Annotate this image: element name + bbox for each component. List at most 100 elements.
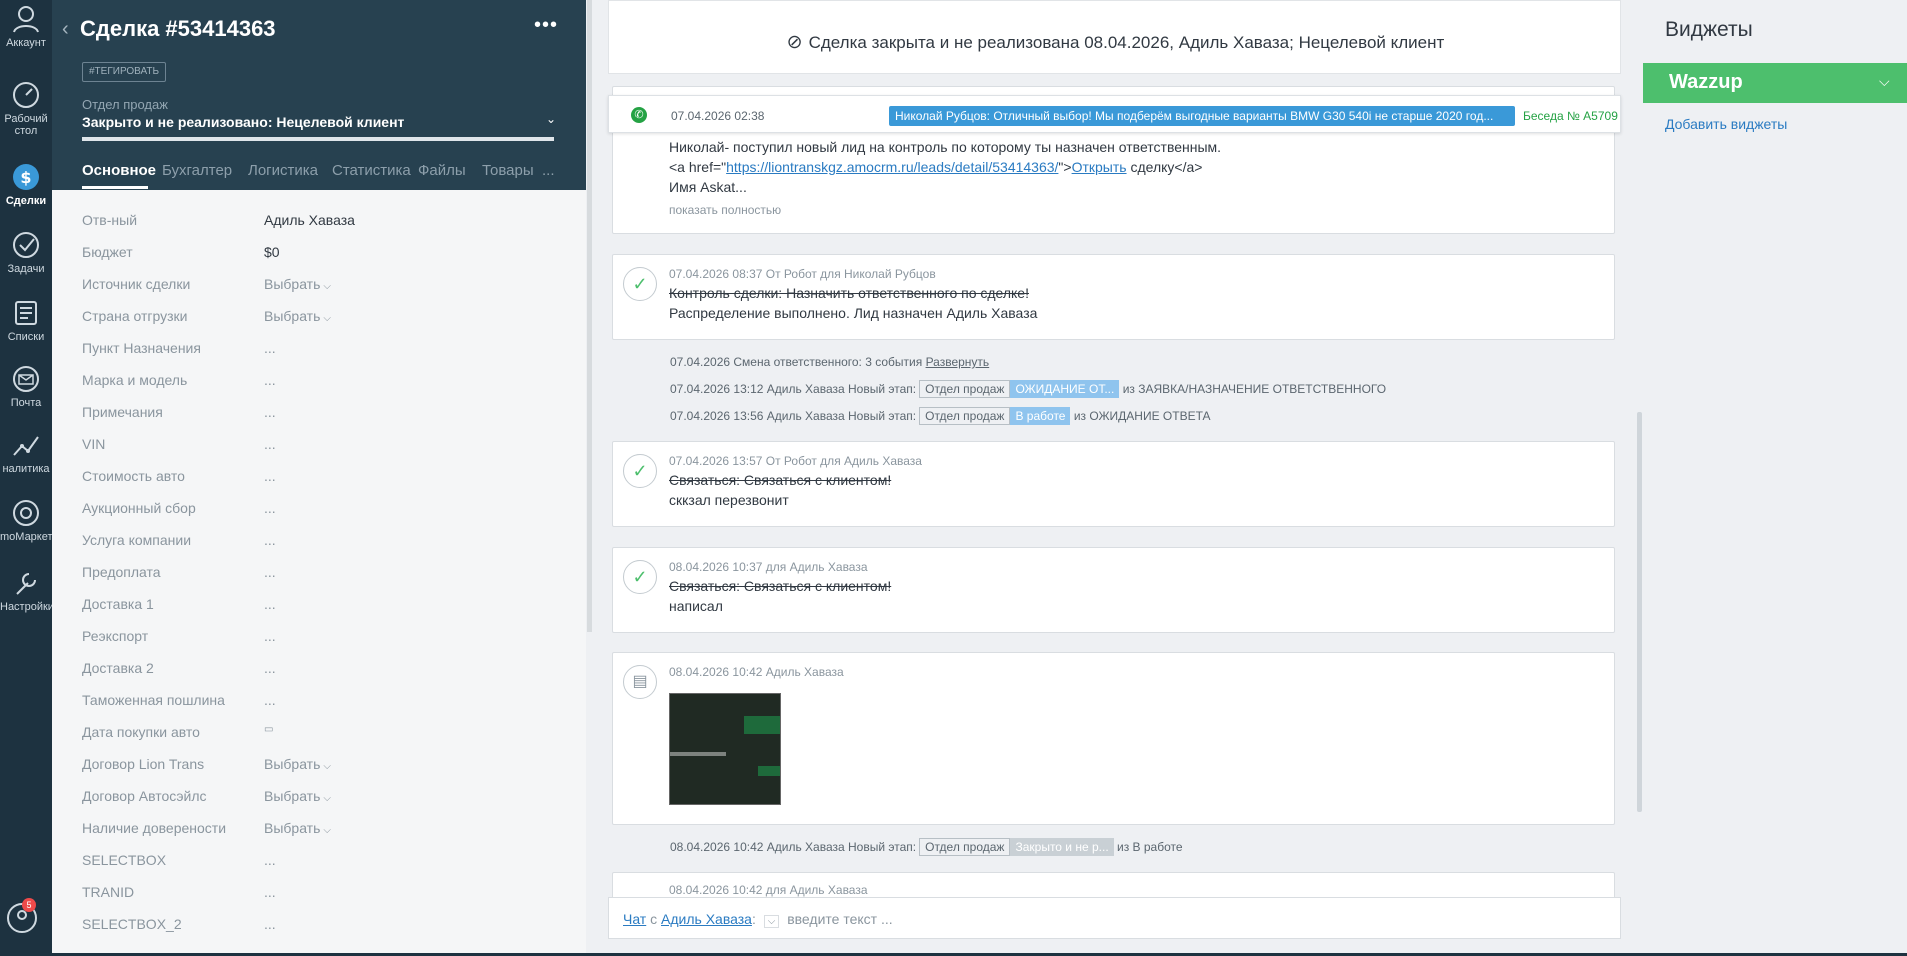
tag-button[interactable]: #ТЕГИРОВАТЬ [82,62,167,82]
tasks-icon [13,232,39,258]
wazzup-widget[interactable]: Wazzup ⌵ [1643,63,1907,103]
add-widgets-link[interactable]: Добавить виджеты [1665,116,1787,132]
deal-url-link[interactable]: https://liontranskgz.amocrm.ru/leads/det… [726,159,1058,175]
chat-with-text: с [650,911,658,927]
chat-type-link[interactable]: Чат [623,911,646,927]
field-model[interactable]: Марка и модель... [82,372,552,392]
task-meta: 08.04.2026 10:37 для Адиль Хаваза [669,560,868,574]
chat-recipient-link[interactable]: Адиль Хаваза [661,911,752,927]
chevron-down-icon: ⌵ [323,761,331,772]
tab-more[interactable]: ... [542,162,555,179]
field-value[interactable]: ... [264,372,276,388]
whatsapp-message[interactable]: Николай Рубцов: Отличный выбор! Мы подбе… [889,106,1515,126]
field-select[interactable]: Выбрать ⌵ [264,308,331,324]
task-result: Распределение выполнено. Лид назначен Ад… [669,305,1038,321]
tab-products[interactable]: Товары [482,162,534,179]
nav-lists[interactable]: Списки [0,298,52,343]
show-full-link[interactable]: показать полностью [669,203,781,217]
whatsapp-message-bar[interactable]: ✆ 07.04.2026 02:38 Николай Рубцов: Отлич… [608,95,1621,133]
task-meta: 08.04.2026 10:42 для Адиль Хаваза [669,883,868,897]
field-selectbox-2[interactable]: SELECTBOX_2... [82,916,552,936]
field-value[interactable]: Адиль Хаваза [264,212,355,228]
card-scrollbar[interactable] [587,0,592,632]
field-car-price[interactable]: Стоимость авто... [82,468,552,488]
pipeline-chip: Отдел продаж [919,407,1011,425]
field-select[interactable]: Выбрать ⌵ [264,276,331,292]
task-result: написал [669,598,723,614]
field-auction-fee[interactable]: Аукционный сбор... [82,500,552,520]
nav-settings-label: Настройки [0,601,54,613]
conversation-link[interactable]: Беседа № A5709 [1523,109,1618,123]
back-chevron-icon[interactable]: ‹ [62,18,69,41]
field-selectbox[interactable]: SELECTBOX... [82,852,552,872]
field-delivery-1[interactable]: Доставка 1... [82,596,552,616]
chevron-down-icon[interactable]: ⌵ [1879,73,1890,90]
field-value[interactable]: ... [264,692,276,708]
field-delivery-2[interactable]: Доставка 2... [82,660,552,680]
field-value[interactable]: ... [264,532,276,548]
nav-tasks[interactable]: Задачи [0,230,52,275]
tab-statistics[interactable]: Статистика [332,162,411,179]
tab-accounting[interactable]: Бухгалтер [162,162,232,179]
nav-analytics[interactable]: налитика [0,430,52,475]
nav-dashboard[interactable]: Рабочий стол [0,80,52,137]
status-chevron-down-icon[interactable]: ⌄ [546,112,556,126]
nav-settings[interactable]: Настройки [0,568,54,613]
task-card: ✓ 08.04.2026 10:37 для Адиль Хаваза Связ… [612,547,1615,633]
open-link[interactable]: Открыть [1072,159,1127,175]
expand-link[interactable]: Развернуть [926,355,990,369]
chat-input-bar[interactable]: Чат с Адиль Хаваза: ⌵ введите текст ... [608,897,1621,939]
nav-account[interactable]: Аккаунт [0,4,52,49]
file-note: ▤ 08.04.2026 10:42 Адиль Хаваза [612,652,1615,825]
deal-feed: ⊘ Сделка закрыта и не реализована 08.04.2… [594,0,1643,956]
field-value[interactable]: ... [264,404,276,420]
field-destination[interactable]: Пункт Назначения... [82,340,552,360]
completed-check-icon: ✓ [623,454,657,488]
field-contract-lion-trans[interactable]: Договор Lion Trans Выбрать ⌵ [82,756,552,776]
field-value[interactable]: ... [264,564,276,580]
chevron-down-icon[interactable]: ⌵ [763,915,780,928]
deal-title[interactable]: Сделка #53414363 [80,16,276,42]
field-select[interactable]: Выбрать ⌵ [264,788,331,804]
field-contract-autosales[interactable]: Договор Автосэйлс Выбрать ⌵ [82,788,552,808]
field-select[interactable]: Выбрать ⌵ [264,820,331,836]
field-customs-duty[interactable]: Таможенная пошлина... [82,692,552,712]
field-vin[interactable]: VIN... [82,436,552,456]
field-purchase-date[interactable]: Дата покупки авто ▭ [82,724,552,744]
deal-status[interactable]: Закрыто и не реализовано: Нецелевой клие… [82,114,404,130]
field-reexport[interactable]: Реэкспорт... [82,628,552,648]
field-country[interactable]: Страна отгрузки Выбрать ⌵ [82,308,552,328]
field-power-of-attorney[interactable]: Наличие довереноcти Выбрать ⌵ [82,820,552,840]
field-value[interactable]: ... [264,468,276,484]
field-value[interactable]: ... [264,884,276,900]
field-select[interactable]: Выбрать ⌵ [264,756,331,772]
nav-deals[interactable]: $ Сделки [0,162,52,207]
field-responsible[interactable]: Отв-ный Адиль Хаваза [82,212,552,232]
nav-mail[interactable]: Почта [0,364,52,409]
tab-main[interactable]: Основное [82,162,156,179]
feed-scrollbar[interactable] [1637,412,1642,812]
field-value[interactable]: ... [264,628,276,644]
field-value[interactable]: ... [264,596,276,612]
screenshot-thumbnail[interactable] [669,693,781,805]
dashboard-icon [13,82,39,108]
field-notes[interactable]: Примечания... [82,404,552,424]
field-value[interactable]: ... [264,660,276,676]
field-value[interactable]: ... [264,340,276,356]
field-value[interactable]: ... [264,852,276,868]
field-service[interactable]: Услуга компании... [82,532,552,552]
field-value[interactable]: ... [264,436,276,452]
tab-logistics[interactable]: Логистика [248,162,318,179]
calendar-icon[interactable]: ▭ [264,724,273,735]
nav-market[interactable]: moМаркет [0,498,53,543]
field-value[interactable]: ... [264,916,276,932]
field-value[interactable]: $0 [264,244,280,260]
tab-files[interactable]: Файлы [418,162,466,179]
field-prepayment[interactable]: Предоплата... [82,564,552,584]
chat-input[interactable]: введите текст ... [787,911,892,927]
field-source[interactable]: Источник сделки Выбрать ⌵ [82,276,552,296]
field-value[interactable]: ... [264,500,276,516]
field-tranid[interactable]: TRANID... [82,884,552,904]
more-options-icon[interactable]: ••• [534,14,558,37]
field-budget[interactable]: Бюджет $0 [82,244,552,264]
